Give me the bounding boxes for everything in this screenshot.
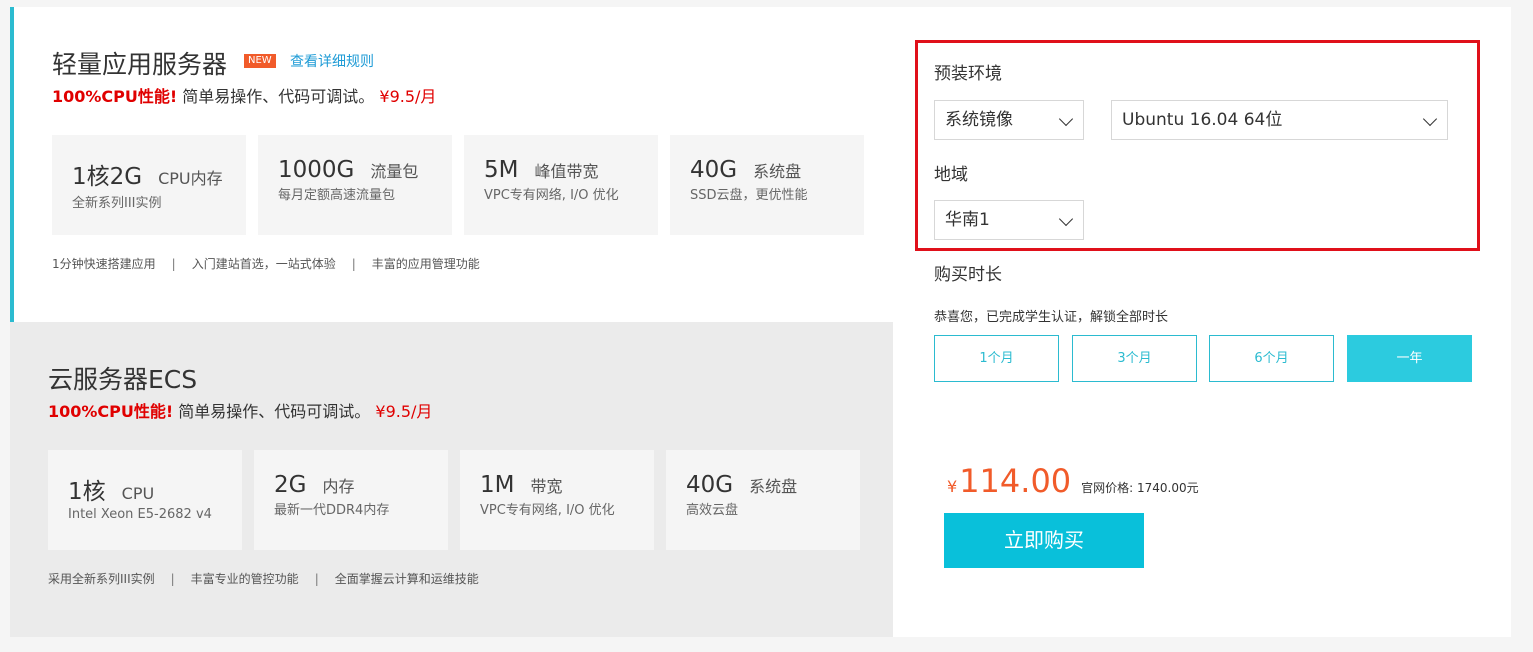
purchase-config-panel: 预装环境 系统镜像 Ubuntu 16.04 64位 地域 华南1 购买时长 恭… [903, 7, 1511, 637]
ecs-features: 采用全新系列III实例 | 丰富专业的管控功能 | 全面掌握云计算和运维技能 [48, 570, 479, 587]
promo-price: ¥9.5/月 [379, 87, 437, 106]
feature-item: 全面掌握云计算和运维技能 [334, 572, 479, 586]
feature-item: 1分钟快速搭建应用 [52, 257, 156, 271]
lighthouse-title: 轻量应用服务器 [52, 50, 228, 79]
price-amount: 114.00 [959, 462, 1072, 500]
promo-highlight: 100%CPU性能! [48, 402, 174, 421]
env-label: 预装环境 [934, 64, 1002, 84]
buy-now-button[interactable]: 立即购买 [944, 513, 1144, 568]
spec-disk: 40G 系统盘 高效云盘 [666, 450, 860, 550]
lighthouse-features: 1分钟快速搭建应用 | 入门建站首选，一站式体验 | 丰富的应用管理功能 [52, 255, 480, 272]
spec-unit: 系统盘 [749, 477, 798, 496]
duration-label: 购买时长 [934, 265, 1002, 285]
region-value: 华南1 [945, 210, 990, 230]
spec-desc: VPC专有网络, I/O 优化 [484, 188, 619, 203]
spec-unit: CPU内存 [158, 169, 223, 188]
spec-value: 5M [484, 157, 519, 183]
spec-cpu-memory: 1核2G CPU内存 全新系列III实例 [52, 135, 246, 235]
ecs-promo: 100%CPU性能! 简单易操作、代码可调试。 ¥9.5/月 [48, 398, 432, 422]
chevron-down-icon [1058, 111, 1074, 127]
region-select[interactable]: 华南1 [934, 200, 1084, 240]
view-rules-link[interactable]: 查看详细规则 [290, 51, 374, 71]
chevron-down-icon [1422, 111, 1438, 127]
promo-price: ¥9.5/月 [375, 402, 433, 421]
spec-traffic: 1000G 流量包 每月定额高速流量包 [258, 135, 452, 235]
feature-item: 丰富的应用管理功能 [371, 257, 480, 271]
spec-unit: 带宽 [530, 477, 563, 496]
ecs-title: 云服务器ECS [48, 365, 198, 394]
currency-symbol: ¥ [947, 477, 958, 496]
chevron-down-icon [1058, 211, 1074, 227]
spec-disk: 40G 系统盘 SSD云盘，更优性能 [670, 135, 864, 235]
spec-desc: VPC专有网络, I/O 优化 [480, 503, 615, 518]
duration-option-1-year[interactable]: 一年 [1347, 335, 1472, 382]
os-value: Ubuntu 16.04 64位 [1122, 110, 1283, 130]
ecs-card: 云服务器ECS 100%CPU性能! 简单易操作、代码可调试。 ¥9.5/月 1… [10, 322, 893, 637]
spec-value: 1核 [68, 479, 106, 505]
spec-value: 1000G [278, 157, 355, 183]
spec-value: 1核2G [72, 164, 143, 190]
feature-separator: | [171, 257, 176, 271]
spec-unit: 峰值带宽 [534, 162, 599, 181]
spec-value: 1M [480, 472, 515, 498]
feature-separator: | [314, 572, 319, 586]
spec-unit: 流量包 [370, 162, 419, 181]
spec-desc: 每月定额高速流量包 [278, 188, 396, 203]
promo-text: 简单易操作、代码可调试。 [182, 87, 375, 106]
spec-desc: 高效云盘 [686, 503, 739, 518]
feature-item: 丰富专业的管控功能 [190, 572, 299, 586]
spec-value: 40G [686, 472, 734, 498]
os-select[interactable]: Ubuntu 16.04 64位 [1111, 100, 1448, 140]
image-type-select[interactable]: 系统镜像 [934, 100, 1084, 140]
spec-desc: 全新系列III实例 [72, 196, 162, 211]
spec-desc: 最新一代DDR4内存 [274, 503, 390, 518]
lighthouse-card: 轻量应用服务器 NEW 查看详细规则 100%CPU性能! 简单易操作、代码可调… [10, 7, 893, 322]
duration-option-6-months[interactable]: 6个月 [1209, 335, 1334, 382]
original-price: 官网价格: 1740.00元 [1081, 481, 1199, 495]
lighthouse-promo: 100%CPU性能! 简单易操作、代码可调试。 ¥9.5/月 [52, 83, 436, 107]
spec-unit: CPU [121, 484, 155, 503]
duration-option-1-month[interactable]: 1个月 [934, 335, 1059, 382]
spec-cpu: 1核 CPU Intel Xeon E5-2682 v4 [48, 450, 242, 550]
new-badge: NEW [244, 54, 276, 68]
promo-highlight: 100%CPU性能! [52, 87, 178, 106]
feature-item: 入门建站首选，一站式体验 [191, 257, 336, 271]
spec-memory: 2G 内存 最新一代DDR4内存 [254, 450, 448, 550]
spec-desc: SSD云盘，更优性能 [690, 188, 808, 203]
feature-separator: | [170, 572, 175, 586]
spec-unit: 内存 [322, 477, 355, 496]
spec-value: 2G [274, 472, 307, 498]
promo-text: 简单易操作、代码可调试。 [178, 402, 371, 421]
feature-separator: | [351, 257, 356, 271]
spec-bandwidth: 1M 带宽 VPC专有网络, I/O 优化 [460, 450, 654, 550]
spec-bandwidth: 5M 峰值带宽 VPC专有网络, I/O 优化 [464, 135, 658, 235]
page-container: 轻量应用服务器 NEW 查看详细规则 100%CPU性能! 简单易操作、代码可调… [10, 7, 1511, 637]
duration-option-3-months[interactable]: 3个月 [1072, 335, 1197, 382]
spec-unit: 系统盘 [753, 162, 802, 181]
feature-item: 采用全新系列III实例 [48, 572, 155, 586]
image-type-value: 系统镜像 [945, 110, 1013, 130]
region-label: 地域 [934, 165, 968, 185]
spec-value: 40G [690, 157, 738, 183]
student-note: 恭喜您，已完成学生认证，解锁全部时长 [934, 310, 1169, 325]
price-row: ¥114.00 官网价格: 1740.00元 [947, 462, 1199, 500]
spec-desc: Intel Xeon E5-2682 v4 [68, 507, 212, 522]
